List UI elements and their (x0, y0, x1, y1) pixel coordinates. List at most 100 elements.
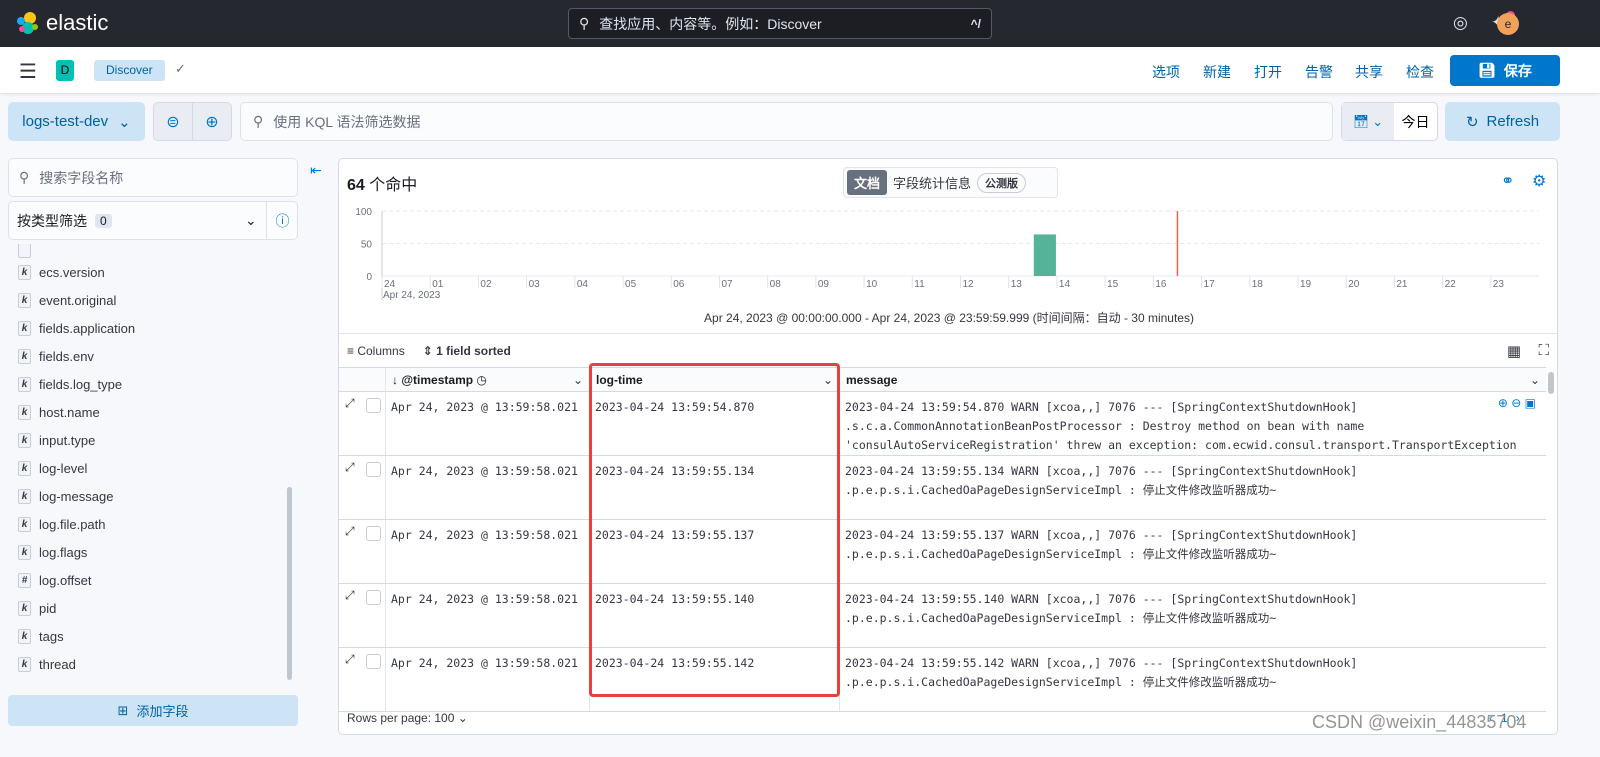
column-header-timestamp[interactable]: ↓ @timestamp ◷ ⌄ (385, 368, 589, 392)
beta-badge: 公测版 (977, 172, 1027, 193)
nav-options[interactable]: 选项 (1152, 62, 1180, 82)
field-item[interactable]: k event.original (8, 286, 288, 314)
field-type-icon: k (18, 320, 31, 336)
row-checkbox[interactable] (366, 654, 381, 669)
refresh-label: Refresh (1486, 113, 1540, 130)
nav-inspect[interactable]: 检查 (1406, 62, 1434, 82)
table-scrollbar[interactable] (1548, 372, 1554, 394)
menu-icon[interactable]: ☰ (19, 59, 37, 84)
x-tick-label: 21 (1396, 279, 1408, 290)
space-badge[interactable]: D (56, 60, 74, 81)
row-checkbox[interactable] (366, 462, 381, 477)
chevron-down-icon[interactable]: ⌄ (1530, 368, 1540, 392)
rows-per-page-select[interactable]: Rows per page: 100 ⌄ (347, 711, 468, 725)
field-item[interactable]: k fields.application (8, 314, 288, 342)
sidebar-scrollbar[interactable] (287, 487, 292, 680)
field-item[interactable]: k tags (8, 622, 288, 650)
chevron-down-icon[interactable]: ⌄ (573, 368, 583, 392)
expand-icon[interactable]: ⤢ (345, 396, 355, 411)
nav-alerts[interactable]: 告警 (1305, 62, 1333, 82)
filter-icon: ⊜ (166, 113, 180, 131)
check-icon: ✓ (175, 61, 186, 76)
field-type-icon: k (18, 656, 31, 672)
cell-timestamp: Apr 24, 2023 @ 13:59:58.021 (385, 584, 589, 647)
table-row: ⤢ Apr 24, 2023 @ 13:59:58.021 2023-04-24… (339, 520, 1546, 584)
field-type-icon: # (18, 572, 31, 588)
expand-icon[interactable]: ⤢ (345, 524, 355, 539)
avatar[interactable]: e (1497, 13, 1519, 35)
gear-icon[interactable]: ⚙ (1532, 171, 1546, 191)
nav-open[interactable]: 打开 (1254, 62, 1282, 82)
expand-icon[interactable]: ⤢ (345, 652, 355, 667)
save-button[interactable]: 💾︎ 保存 (1450, 55, 1560, 86)
tab-field-statistics[interactable]: 字段统计信息 (893, 173, 971, 192)
quick-menu-button[interactable]: 📅︎ ⌄ (1342, 103, 1394, 140)
cell-timestamp: Apr 24, 2023 @ 13:59:58.021 (385, 392, 589, 455)
elastic-logo-icon (17, 12, 38, 34)
date-label[interactable]: 今日 (1394, 103, 1437, 140)
elastic-logo[interactable]: elastic (16, 10, 108, 36)
field-name: thread (39, 656, 76, 672)
field-item[interactable]: k host.name (8, 398, 288, 426)
time-range-label: Apr 24, 2023 @ 00:00:00.000 - Apr 24, 20… (704, 311, 1194, 325)
collapse-sidebar-icon[interactable]: ⇤ (310, 162, 322, 179)
filter-buttons: ⊜ ⊕ (153, 102, 232, 141)
field-item[interactable]: k fields.log_type (8, 370, 288, 398)
field-item[interactable]: k log.file.path (8, 510, 288, 538)
fullscreen-icon[interactable]: ⛶ (1538, 342, 1549, 359)
field-item[interactable]: k thread (8, 650, 288, 678)
x-tick-label: 01 (432, 279, 444, 290)
nav-new[interactable]: 新建 (1203, 62, 1231, 82)
field-item[interactable]: k fields.env (8, 342, 288, 370)
global-search-input[interactable]: ⚲ 查找应用、内容等。例如：Discover ^/ (568, 8, 992, 39)
density-icon[interactable]: ▦ (1507, 342, 1521, 360)
field-item[interactable]: k log.flags (8, 538, 288, 566)
sort-label: 1 field sorted (436, 343, 511, 358)
nav-share[interactable]: 共享 (1355, 62, 1383, 82)
field-item[interactable]: k input.type (8, 426, 288, 454)
refresh-button[interactable]: ↻ Refresh (1445, 102, 1560, 141)
chevron-down-icon: ⌄ (245, 212, 257, 228)
save-icon: 💾︎ (1478, 62, 1496, 78)
field-item[interactable]: k pid (8, 594, 288, 622)
row-checkbox[interactable] (366, 398, 381, 413)
x-tick-label: 13 (1011, 279, 1023, 290)
columns-button[interactable]: ≡ Columns (347, 344, 405, 358)
add-filter-button[interactable]: ⊕ (193, 103, 231, 140)
table-header: ↓ @timestamp ◷ ⌄ log-time ⌄ message ⌄ (339, 367, 1546, 392)
breadcrumb[interactable]: Discover (94, 60, 165, 81)
column-header-message[interactable]: message ⌄ (839, 368, 1546, 392)
filter-menu-button[interactable]: ⊜ (154, 103, 193, 140)
x-tick-label: 22 (1445, 279, 1457, 290)
field-type-filter[interactable]: 按类型筛选 0 ⌄ ⓘ (8, 201, 298, 240)
x-tick-label: 15 (1107, 279, 1119, 290)
row-checkbox[interactable] (366, 590, 381, 605)
field-item[interactable]: # log.offset (8, 566, 288, 594)
search-icon: ⚲ (19, 169, 30, 185)
expand-icon[interactable]: ⤢ (345, 460, 355, 475)
field-type-icon: k (18, 488, 31, 504)
expand-icon[interactable]: ⤢ (345, 588, 355, 603)
chart-options-icon[interactable]: ⚭ (1501, 171, 1514, 191)
histogram-chart[interactable]: 0 50 100 24 01 02 03 04 05 06 07 08 09 10 11 12 13 14 15 16… (339, 201, 1558, 311)
field-type-icon: k (18, 600, 31, 616)
field-item[interactable]: k ecs.version (8, 258, 288, 286)
add-field-button[interactable]: ⊞ 添加字段 (8, 695, 298, 726)
kql-query-input[interactable]: ⚲ 使用 KQL 语法筛选数据 (240, 102, 1333, 141)
main-panel: 64 个命中 文档 字段统计信息 公测版 ⚭ ⚙ 0 50 100 24 01 02 03 0… (338, 158, 1558, 735)
row-checkbox[interactable] (366, 526, 381, 541)
field-item[interactable]: k log-level (8, 454, 288, 482)
date-picker[interactable]: 📅︎ ⌄ 今日 (1341, 102, 1438, 141)
help-icon[interactable]: ◎ (1453, 13, 1468, 33)
cell-actions[interactable]: ⊕ ⊖ ▣ (1498, 396, 1536, 410)
data-view-picker[interactable]: logs-test-dev ⌄ (8, 102, 145, 141)
tab-documents[interactable]: 文档 (847, 170, 888, 195)
info-icon[interactable]: ⓘ (266, 202, 298, 239)
sort-button[interactable]: ⇕ 1 field sorted (423, 344, 511, 358)
field-item[interactable]: k log-message (8, 482, 288, 510)
field-search-placeholder: 搜索字段名称 (39, 169, 124, 186)
field-name: fields.log_type (39, 376, 123, 392)
field-type-icon: k (18, 404, 31, 420)
hits-count: 64 个命中 (347, 171, 417, 195)
field-search-input[interactable]: ⚲ 搜索字段名称 (8, 158, 298, 197)
